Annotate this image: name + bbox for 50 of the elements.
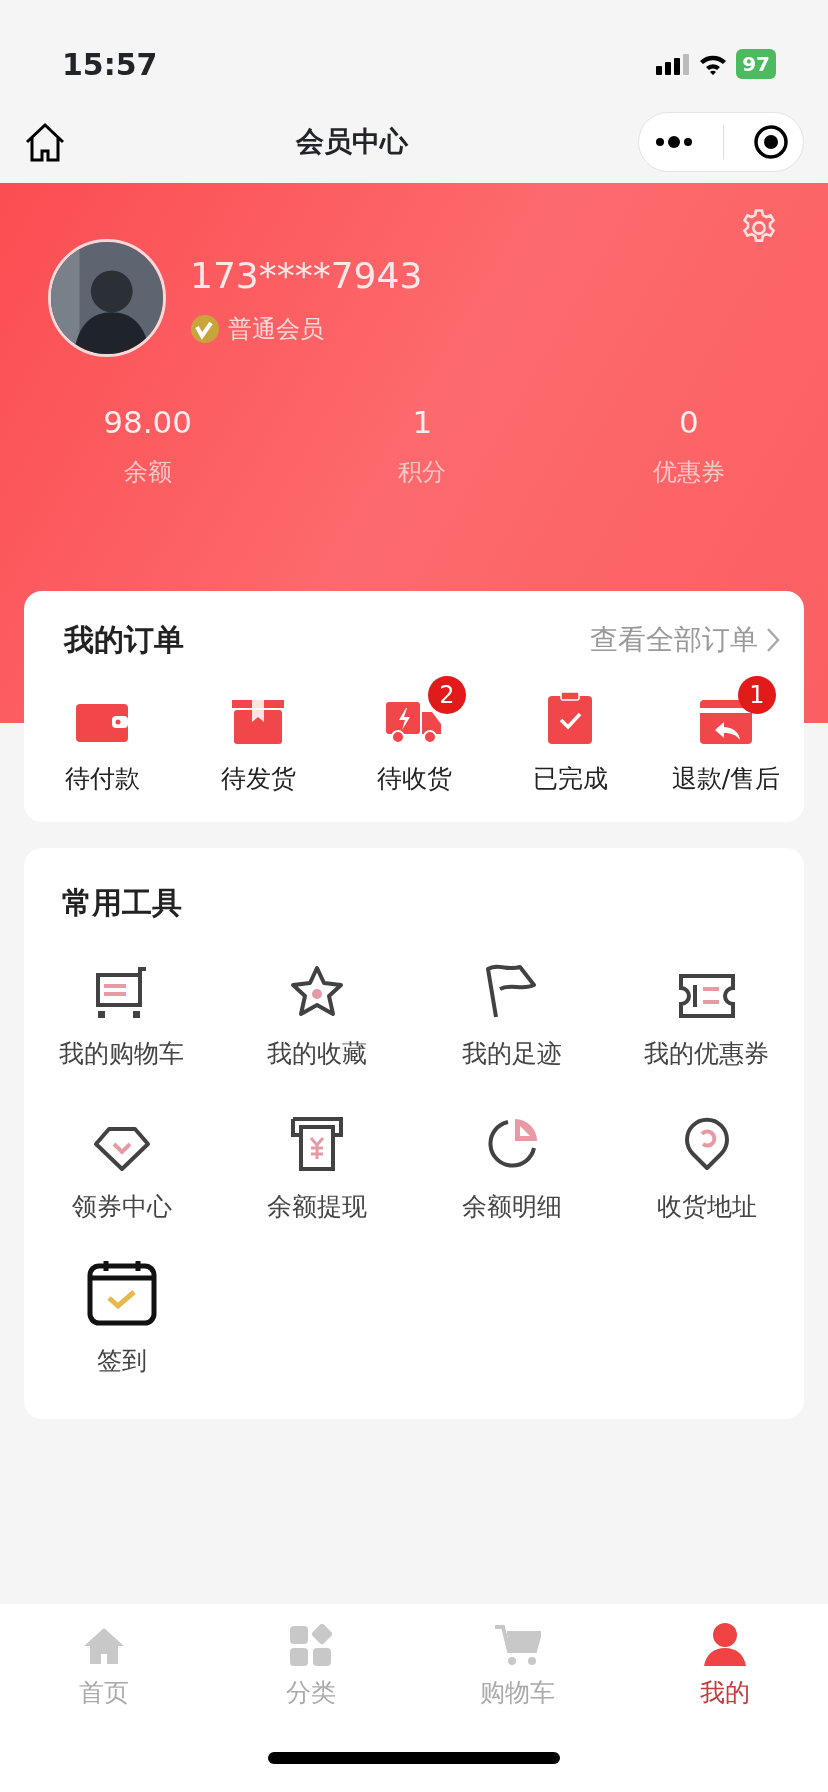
refund-card-icon: [700, 700, 752, 744]
tool-item[interactable]: 领券中心: [24, 1102, 219, 1226]
count-badge: 1: [738, 676, 776, 714]
more-icon[interactable]: [653, 134, 694, 149]
tool-item[interactable]: 我的优惠券: [609, 948, 804, 1072]
person-icon: [703, 1622, 746, 1666]
stat-value: 1: [412, 403, 433, 442]
order-status-item[interactable]: 2 待收货: [336, 670, 492, 798]
diamond-icon: [92, 1126, 151, 1172]
ticket-icon: [677, 972, 736, 1019]
tool-item[interactable]: 我的足迹: [414, 948, 609, 1072]
stat-label: 积分: [398, 456, 447, 488]
home-icon[interactable]: [24, 121, 66, 162]
truck-icon: [386, 700, 442, 744]
stat-value: 98.00: [103, 403, 192, 442]
tool-item[interactable]: 我的购物车: [24, 948, 219, 1072]
order-status-item[interactable]: 已完成: [492, 670, 648, 798]
tool-item[interactable]: 签到: [24, 1255, 219, 1379]
star-icon: [288, 964, 345, 1019]
order-status-item[interactable]: 待发货: [180, 670, 336, 798]
tools-title: 常用工具: [61, 883, 183, 922]
tool-item[interactable]: 余额提现: [219, 1102, 414, 1226]
stat-value: 0: [678, 403, 699, 442]
box-icon: [232, 700, 284, 744]
clipboard-check-icon: [548, 692, 592, 744]
orders-title: 我的订单: [64, 621, 184, 659]
count-badge: 2: [428, 676, 466, 714]
cart-icon: [494, 1624, 541, 1666]
order-status-item[interactable]: 待付款: [24, 670, 180, 798]
stat-label: 余额: [123, 456, 172, 488]
stat-label: 优惠券: [652, 456, 725, 488]
page-title: 会员中心: [296, 123, 408, 160]
location-pin-icon: [682, 1116, 731, 1172]
tool-item[interactable]: 我的收藏: [219, 948, 414, 1072]
signal-icon: [656, 53, 691, 75]
close-target-icon[interactable]: [752, 123, 789, 160]
order-status-item[interactable]: 1 退款/售后: [648, 670, 804, 798]
battery-level: 97: [736, 49, 776, 79]
status-time: 15:57: [62, 45, 158, 84]
tool-item[interactable]: 收货地址: [609, 1102, 804, 1226]
user-phone: 173****7943: [190, 254, 423, 298]
tool-item[interactable]: 余额明细: [414, 1102, 609, 1226]
chevron-right-icon: [766, 626, 780, 653]
vip-icon: [190, 314, 220, 344]
member-level: 普通会员: [228, 314, 324, 345]
wallet-icon: [76, 702, 128, 744]
wifi-icon: [698, 53, 729, 75]
tab-item[interactable]: 我的: [621, 1620, 828, 1712]
atm-withdraw-icon: [289, 1116, 344, 1172]
grid-icon: [289, 1624, 332, 1666]
